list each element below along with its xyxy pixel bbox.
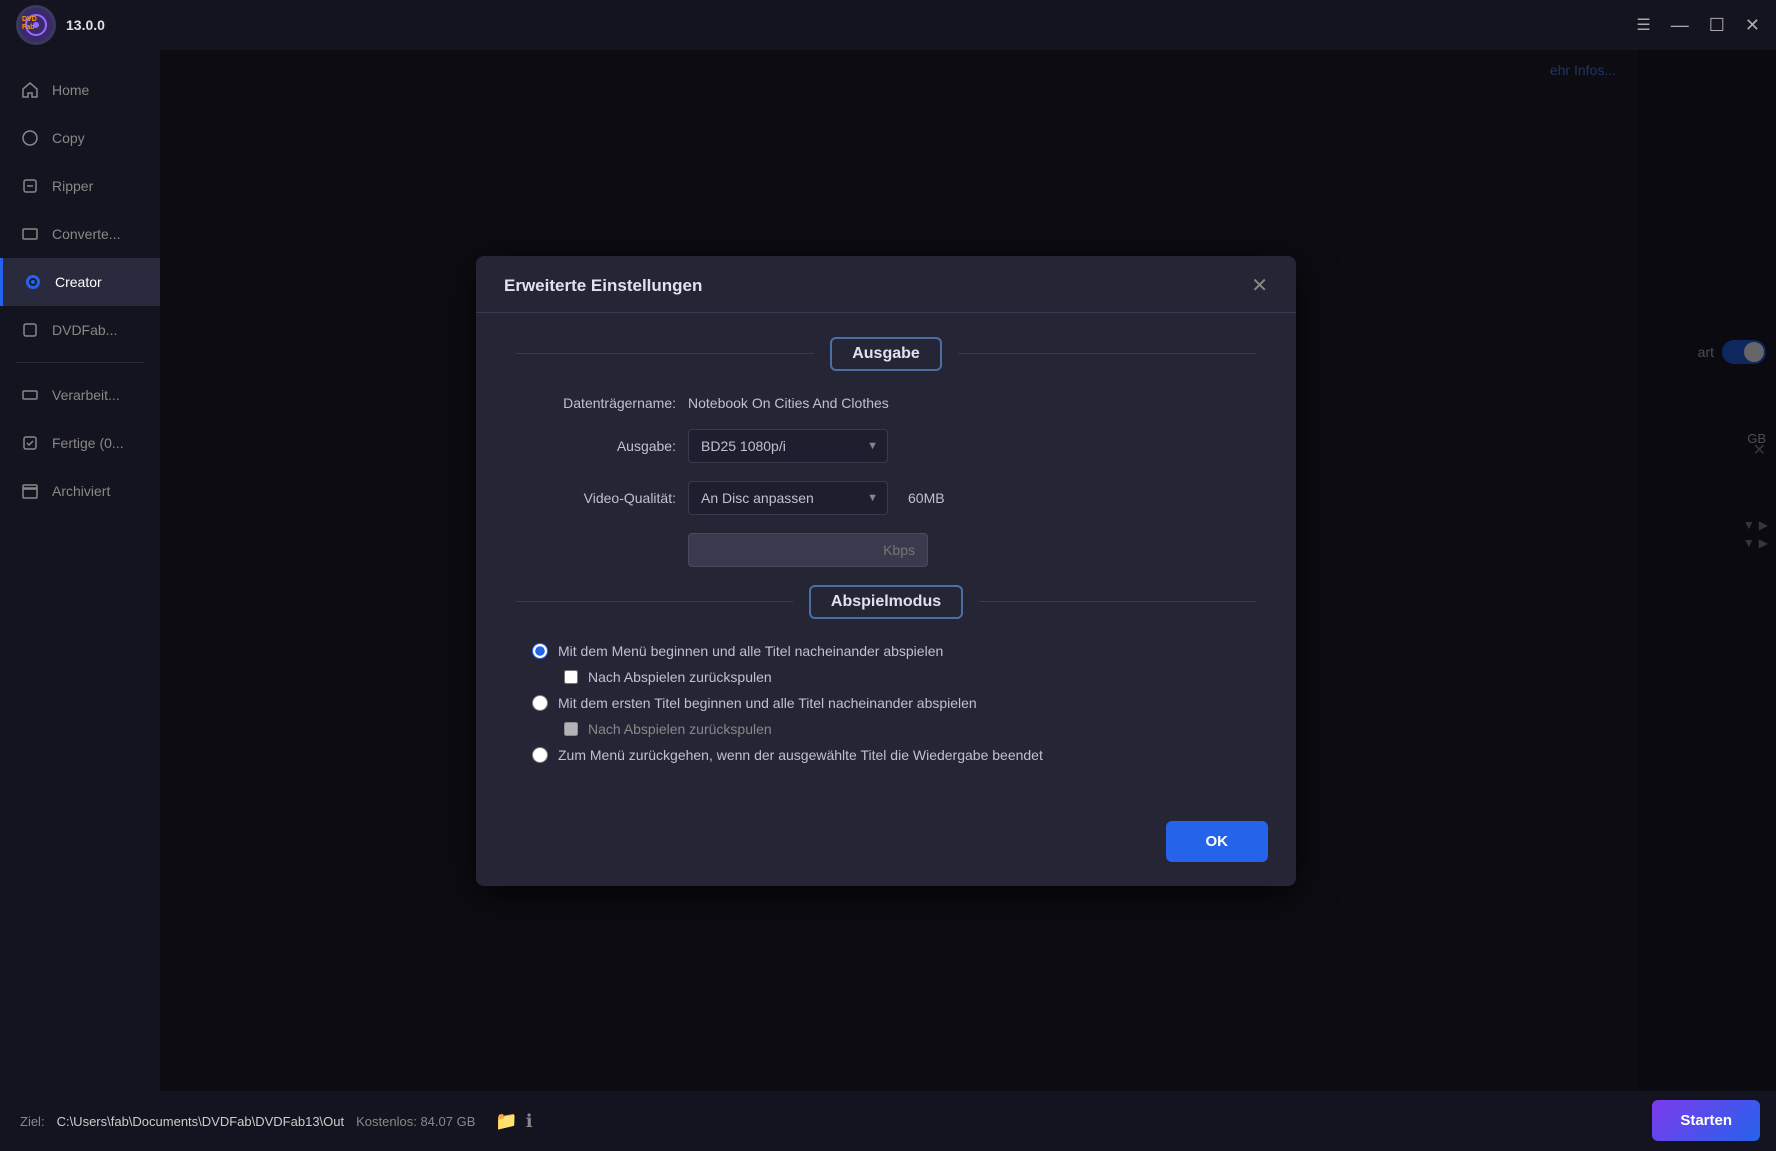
ausgabe-field-label: Ausgabe: [516,438,676,454]
sidebar-label-fertige: Fertige (0... [52,435,124,451]
datentraeger-value: Notebook On Cities And Clothes [688,395,889,411]
play-option-1-sub-row: Nach Abspielen zurückspulen [516,669,1256,685]
creator-icon [23,272,43,292]
play-option-2-checkbox[interactable] [564,722,578,736]
folder-icon[interactable]: 📁 [495,1111,517,1132]
play-option-2-label: Mit dem ersten Titel beginnen und alle T… [558,695,977,711]
title-bar-controls: ☰ — ☐ ✕ [1636,15,1760,36]
kbps-row [516,533,1256,567]
mb-value: 60MB [908,490,945,506]
advanced-settings-dialog: Erweiterte Einstellungen ✕ Ausgabe Daten… [476,256,1296,886]
dvdfab-logo-icon: DVD Fab [18,7,54,43]
svg-text:DVD: DVD [22,16,37,23]
dialog-footer: OK [476,821,1296,862]
close-button[interactable]: ✕ [1745,15,1760,36]
section-line-left [516,353,814,354]
free-space: Kostenlos: 84.07 GB [356,1114,475,1129]
play-option-2-sub-row: Nach Abspielen zurückspulen [516,721,1256,737]
play-option-2-radio[interactable] [532,695,548,711]
sidebar-label-dvdfab: DVDFab... [52,322,117,338]
app-version: 13.0.0 [66,17,105,33]
ziel-path: C:\Users\fab\Documents\DVDFab\DVDFab13\O… [57,1114,345,1129]
dialog-title: Erweiterte Einstellungen [504,276,702,296]
sidebar-label-converter: Converte... [52,226,120,242]
sidebar-item-dvdfab[interactable]: DVDFab... [0,306,160,354]
abspielmodus-label: Abspielmodus [809,585,963,619]
play-section: Mit dem Menü beginnen und alle Titel nac… [516,643,1256,763]
play-option-1-label: Mit dem Menü beginnen und alle Titel nac… [558,643,943,659]
copy-icon [20,128,40,148]
ausgabe-row: Ausgabe: BD25 1080p/i BD50 1080p/i BD25 … [516,429,1256,463]
sidebar-item-copy[interactable]: Copy [0,114,160,162]
converter-icon [20,224,40,244]
play-option-1-sub-label: Nach Abspielen zurückspulen [588,669,772,685]
dialog-close-button[interactable]: ✕ [1251,276,1268,296]
bottom-icons: 📁 ℹ [495,1111,532,1132]
abspielmodus-section-header: Abspielmodus [516,585,1256,619]
datentraeger-label: Datenträgername: [516,395,676,411]
sidebar-divider [16,362,144,363]
ausgabe-section-header: Ausgabe [516,337,1256,371]
video-qualitaet-select-wrapper: An Disc anpassen Konstant Variabel [688,481,888,515]
ausgabe-label: Ausgabe [830,337,942,371]
dialog-header: Erweiterte Einstellungen ✕ [476,256,1296,313]
sidebar-item-creator[interactable]: Creator [0,258,160,306]
play-option-2-sub-label: Nach Abspielen zurückspulen [588,721,772,737]
title-bar-left: DVD Fab 13.0.0 [16,5,105,45]
play-option-1-checkbox[interactable] [564,670,578,684]
sidebar-item-archiviert[interactable]: Archiviert [0,467,160,515]
dialog-body: Ausgabe Datenträgername: Notebook On Cit… [476,313,1296,797]
ziel-label: Ziel: [20,1114,45,1129]
minimize-button[interactable]: — [1671,15,1689,36]
ausgabe-select-wrapper: BD25 1080p/i BD50 1080p/i BD25 720p [688,429,888,463]
sidebar-label-ripper: Ripper [52,178,93,194]
ripper-icon [20,176,40,196]
play-option-1-radio[interactable] [532,643,548,659]
abspielmodus-line-left [516,601,793,602]
sidebar-item-ripper[interactable]: Ripper [0,162,160,210]
sidebar-label-home: Home [52,82,89,98]
sidebar-item-home[interactable]: Home [0,66,160,114]
datentraeger-row: Datenträgername: Notebook On Cities And … [516,395,1256,411]
section-line-right [958,353,1256,354]
archive-icon [20,481,40,501]
bottom-bar: Ziel: C:\Users\fab\Documents\DVDFab\DVDF… [0,1091,1776,1151]
done-icon [20,433,40,453]
sidebar-item-converter[interactable]: Converte... [0,210,160,258]
play-option-3-label: Zum Menü zurückgehen, wenn der ausgewähl… [558,747,1043,763]
sidebar-item-fertige[interactable]: Fertige (0... [0,419,160,467]
main-content: art GB ✕ ▼ ▶ ▼ ▶ ehr Infos... [160,50,1776,1091]
dvdfab-nav-icon [20,320,40,340]
sidebar-label-creator: Creator [55,274,102,290]
starten-button[interactable]: Starten [1652,1100,1760,1141]
maximize-button[interactable]: ☐ [1709,15,1725,36]
kbps-input[interactable] [688,533,928,567]
video-qualitaet-select[interactable]: An Disc anpassen Konstant Variabel [688,481,888,515]
process-icon [20,385,40,405]
ausgabe-select[interactable]: BD25 1080p/i BD50 1080p/i BD25 720p [688,429,888,463]
ok-button[interactable]: OK [1166,821,1269,862]
app-logo: DVD Fab [16,5,56,45]
abspielmodus-line-right [979,601,1256,602]
info-icon[interactable]: ℹ [526,1111,533,1132]
sidebar: Home Copy Ripper Converte... Creator DVD… [0,50,160,1091]
video-qualitaet-label: Video-Qualität: [516,490,676,506]
menu-icon[interactable]: ☰ [1636,15,1650,35]
play-option-1-row: Mit dem Menü beginnen und alle Titel nac… [516,643,1256,659]
play-option-2-row: Mit dem ersten Titel beginnen und alle T… [516,695,1256,711]
sidebar-label-verarbeitung: Verarbeit... [52,387,120,403]
sidebar-label-archiviert: Archiviert [52,483,110,499]
title-bar: DVD Fab 13.0.0 ☰ — ☐ ✕ [0,0,1776,50]
play-option-3-radio[interactable] [532,747,548,763]
sidebar-item-verarbeitung[interactable]: Verarbeit... [0,371,160,419]
video-qualitaet-row: Video-Qualität: An Disc anpassen Konstan… [516,481,1256,515]
home-icon [20,80,40,100]
svg-text:Fab: Fab [22,24,34,31]
play-option-3-row: Zum Menü zurückgehen, wenn der ausgewähl… [516,747,1256,763]
sidebar-label-copy: Copy [52,130,85,146]
